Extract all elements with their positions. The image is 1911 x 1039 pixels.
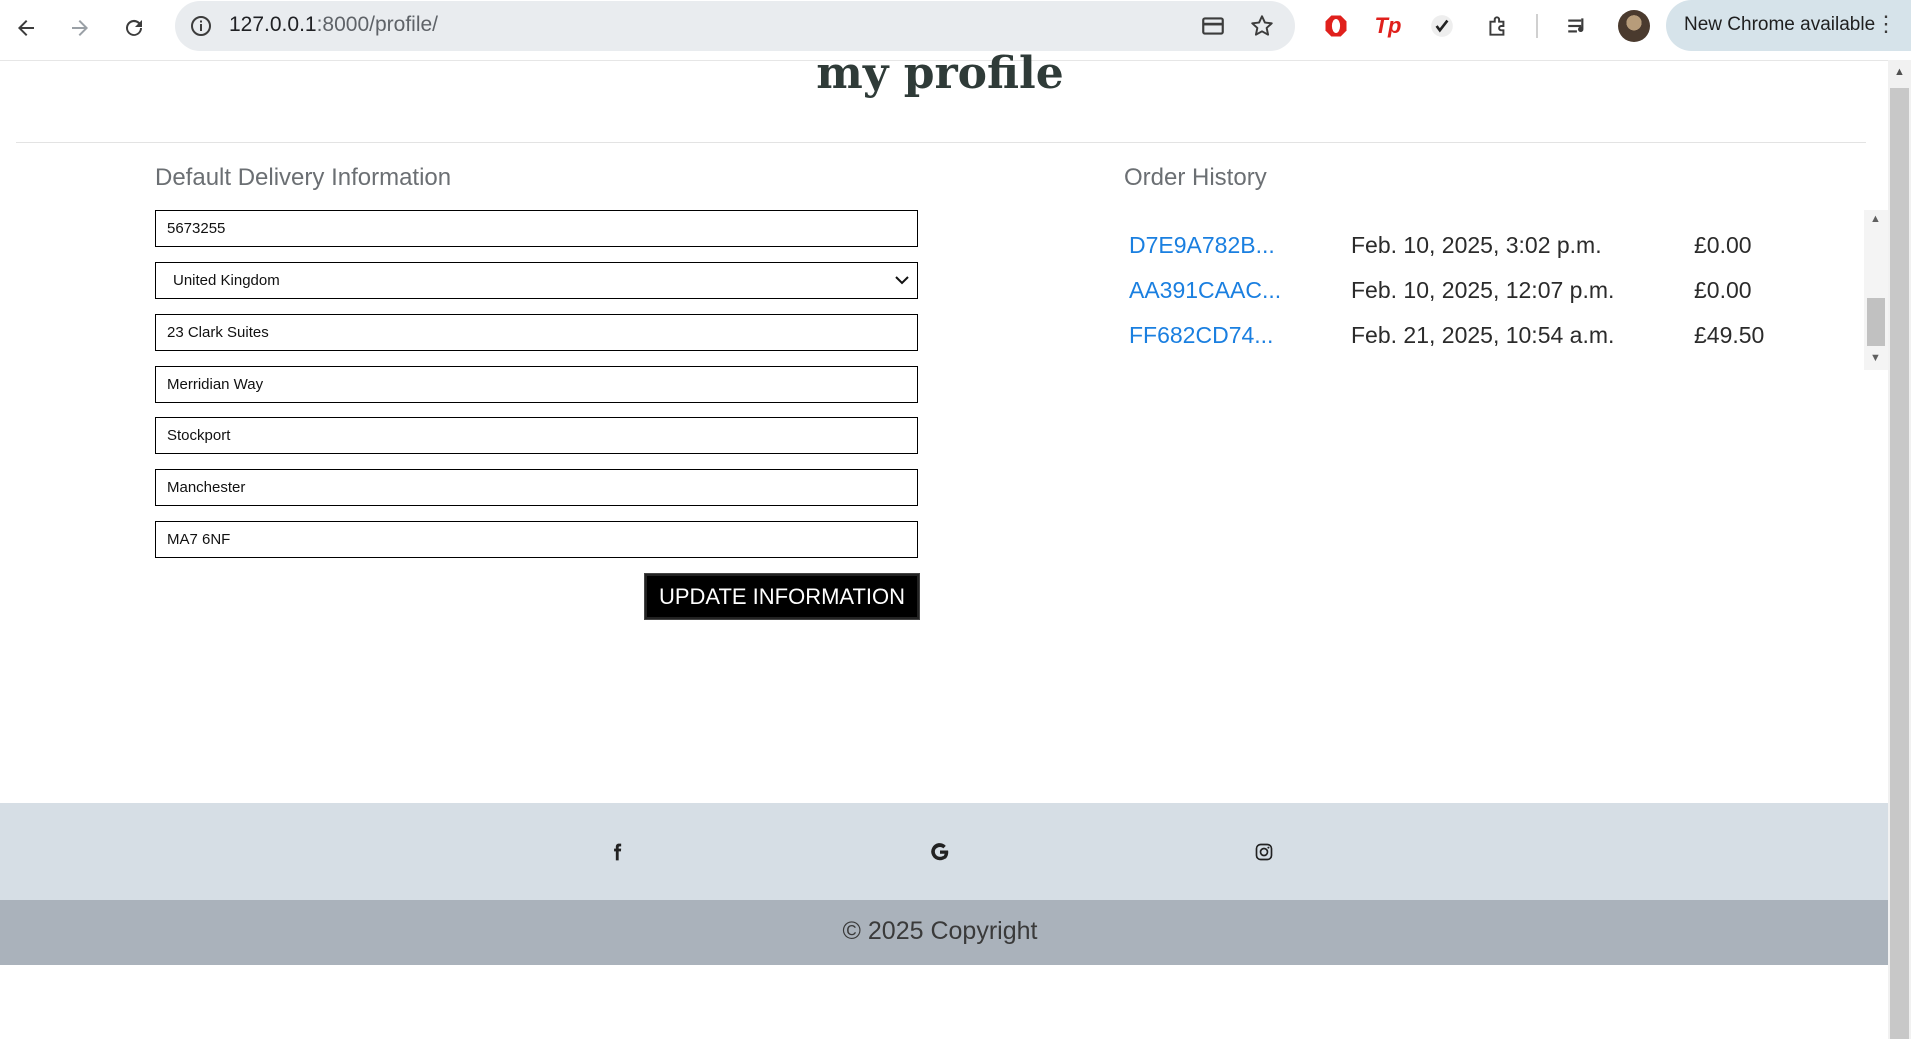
address2-field[interactable]: Merridian Way bbox=[155, 366, 918, 403]
copyright-bar: © 2025 Copyright bbox=[0, 900, 1888, 965]
postcode-field[interactable]: MA7 6NF bbox=[155, 521, 918, 558]
puzzle-extensions-icon[interactable] bbox=[1482, 10, 1514, 42]
order-number-link[interactable]: FF682CD74... bbox=[1129, 322, 1273, 349]
order-history-scrollbar[interactable]: ▲ ▼ bbox=[1864, 210, 1888, 370]
address1-value: 23 Clark Suites bbox=[167, 324, 269, 341]
url-text: 127.0.0.1:8000/profile/ bbox=[229, 13, 439, 36]
address2-value: Merridian Way bbox=[167, 376, 264, 393]
table-row: D7E9A782B... Feb. 10, 2025, 3:02 p.m. £0… bbox=[1124, 232, 1864, 272]
order-total: £0.00 bbox=[1694, 232, 1752, 258]
order-date: Feb. 10, 2025, 3:02 p.m. bbox=[1351, 232, 1602, 258]
scrollbar-thumb[interactable] bbox=[1867, 298, 1885, 346]
address1-field[interactable]: 23 Clark Suites bbox=[155, 314, 918, 351]
site-info-icon[interactable] bbox=[187, 12, 215, 40]
divider bbox=[16, 142, 1866, 143]
google-icon[interactable] bbox=[926, 838, 954, 866]
page-scrollbar[interactable]: ▲ bbox=[1888, 60, 1911, 1039]
tp-extension-icon[interactable]: Tp bbox=[1372, 10, 1404, 42]
card-icon[interactable] bbox=[1199, 12, 1227, 40]
order-number-link[interactable]: AA391CAAC... bbox=[1129, 277, 1281, 304]
instagram-icon[interactable] bbox=[1250, 838, 1278, 866]
order-date: Feb. 21, 2025, 10:54 a.m. bbox=[1351, 322, 1615, 348]
update-information-button[interactable]: UPDATE INFORMATION bbox=[644, 573, 920, 620]
town-field[interactable]: Stockport bbox=[155, 417, 918, 454]
check-extension-icon[interactable] bbox=[1426, 10, 1458, 42]
county-field[interactable]: Manchester bbox=[155, 469, 918, 506]
country-value: United Kingdom bbox=[173, 272, 280, 289]
avatar[interactable] bbox=[1618, 10, 1650, 42]
footer-social bbox=[0, 803, 1888, 900]
table-row: AA391CAAC... Feb. 10, 2025, 12:07 p.m. £… bbox=[1124, 277, 1864, 317]
scroll-up-arrow-icon[interactable]: ▲ bbox=[1870, 213, 1881, 225]
new-chrome-label: New Chrome available bbox=[1684, 14, 1876, 35]
chevron-down-icon bbox=[894, 272, 910, 292]
table-row: FF682CD74... Feb. 21, 2025, 10:54 a.m. £… bbox=[1124, 322, 1864, 362]
facebook-icon[interactable] bbox=[603, 838, 631, 866]
address-bar[interactable]: 127.0.0.1:8000/profile/ bbox=[175, 1, 1295, 51]
postcode-value: MA7 6NF bbox=[167, 531, 231, 548]
county-value: Manchester bbox=[167, 479, 246, 496]
copyright-text: © 2025 Copyright bbox=[842, 917, 1038, 945]
opera-extension-icon[interactable] bbox=[1320, 10, 1352, 42]
phone-value: 5673255 bbox=[167, 220, 226, 237]
media-queue-icon[interactable] bbox=[1562, 10, 1594, 42]
bookmark-star-icon[interactable] bbox=[1248, 12, 1276, 40]
town-value: Stockport bbox=[167, 427, 231, 444]
page-scrollbar-thumb[interactable] bbox=[1890, 88, 1909, 1039]
new-chrome-available-button[interactable]: New Chrome available ⋮ bbox=[1666, 0, 1911, 51]
scroll-up-arrow-icon[interactable]: ▲ bbox=[1894, 66, 1905, 78]
reload-icon[interactable] bbox=[114, 8, 154, 48]
page-title: my profile bbox=[816, 48, 1064, 99]
forward-arrow-icon[interactable] bbox=[60, 8, 100, 48]
scroll-down-arrow-icon[interactable]: ▼ bbox=[1870, 352, 1881, 364]
phone-field[interactable]: 5673255 bbox=[155, 210, 918, 247]
order-history-table: D7E9A782B... Feb. 10, 2025, 3:02 p.m. £0… bbox=[1124, 208, 1864, 368]
order-total: £49.50 bbox=[1694, 322, 1765, 348]
order-total: £0.00 bbox=[1694, 277, 1752, 303]
kebab-menu-icon[interactable]: ⋮ bbox=[1875, 13, 1897, 35]
order-history-heading: Order History bbox=[1124, 164, 1267, 191]
toolbar-separator bbox=[1536, 14, 1538, 38]
order-date: Feb. 10, 2025, 12:07 p.m. bbox=[1351, 277, 1615, 303]
delivery-heading: Default Delivery Information bbox=[155, 164, 452, 191]
order-number-link[interactable]: D7E9A782B... bbox=[1129, 232, 1275, 259]
country-select[interactable]: United Kingdom bbox=[155, 262, 918, 299]
back-arrow-icon[interactable] bbox=[6, 8, 46, 48]
